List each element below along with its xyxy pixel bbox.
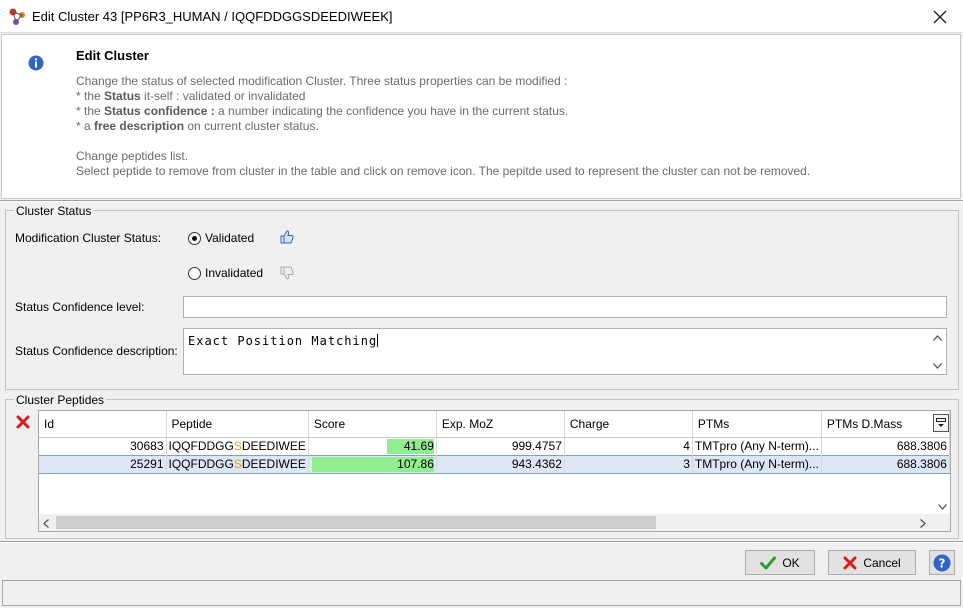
help-panel: Edit Cluster Change the status of select… — [1, 34, 961, 199]
scrollbar-thumb[interactable] — [56, 516, 656, 529]
table-scroll-down-icon[interactable] — [938, 499, 947, 513]
column-header-ptms-dmass[interactable]: PTMs D.Mass — [821, 411, 950, 438]
help-heading: Edit Cluster — [76, 48, 149, 63]
cancel-button[interactable]: Cancel — [828, 550, 916, 575]
delete-icon — [16, 415, 30, 429]
checkmark-icon — [760, 556, 777, 569]
help-intro: Change the status of selected modificati… — [76, 74, 568, 88]
table-horizontal-scrollbar[interactable] — [39, 514, 950, 531]
close-window-button[interactable] — [917, 0, 963, 33]
column-header-score[interactable]: Score — [308, 411, 437, 438]
cell-ptms-dmass: 688.3806 — [821, 454, 950, 474]
thumbs-down-icon — [279, 265, 295, 284]
scroll-right-icon[interactable] — [920, 517, 926, 531]
textarea-scrollbar[interactable] — [929, 329, 946, 374]
info-icon — [28, 55, 44, 74]
validated-radio[interactable] — [188, 232, 201, 245]
help-item-confidence: * the Status confidence : a number indic… — [76, 104, 569, 118]
cell-id: 30683 — [39, 437, 167, 455]
cell-charge: 4 — [564, 437, 693, 455]
column-chooser-icon — [936, 418, 946, 427]
peptides-table: Id Peptide Score Exp. MoZ Charge PTMs PT… — [38, 410, 951, 532]
cluster-peptides-legend: Cluster Peptides — [14, 393, 107, 407]
help-text: Change the status of selected modificati… — [76, 74, 810, 179]
status-bar — [2, 580, 961, 606]
cell-peptide: IQQFDDGGSDEEDIWEE — [166, 437, 309, 455]
table-row-selected[interactable]: 25291 IQQFDDGGSDEEDIWEE 107.86 943.4362 … — [39, 454, 950, 474]
column-header-exp-moz[interactable]: Exp. MoZ — [436, 411, 565, 438]
cancel-label: Cancel — [863, 555, 901, 570]
thumbs-up-icon — [279, 229, 295, 248]
cell-ptms: TMTpro (Any N-term)... — [692, 437, 822, 455]
cell-charge: 3 — [564, 454, 693, 474]
cell-score: 107.86 — [308, 454, 437, 474]
confidence-description-textarea[interactable]: Exact Position Matching — [183, 328, 947, 375]
confidence-description-label: Status Confidence description: — [15, 344, 178, 358]
column-header-ptms[interactable]: PTMs — [692, 411, 822, 438]
svg-text:?: ? — [939, 556, 946, 570]
cell-peptide: IQQFDDGGSDEEDIWEE — [166, 454, 309, 474]
confidence-level-label: Status Confidence level: — [15, 300, 145, 314]
close-icon — [933, 10, 947, 23]
cell-score: 41.69 — [308, 437, 437, 455]
scroll-left-icon[interactable] — [43, 517, 49, 531]
ok-label: OK — [782, 555, 800, 570]
column-header-charge[interactable]: Charge — [564, 411, 693, 438]
cancel-icon — [843, 556, 857, 569]
column-header-id[interactable]: Id — [39, 411, 167, 438]
help-peptides-line1: Change peptides list. — [76, 149, 189, 163]
title-bar: Edit Cluster 43 [PP6R3_HUMAN / IQQFDDGGS… — [0, 0, 963, 33]
ok-button[interactable]: OK — [745, 550, 815, 575]
cell-exp-moz: 999.4757 — [436, 437, 565, 455]
help-peptides-line2: Select peptide to remove from cluster in… — [76, 164, 811, 178]
peptides-grid: Id Peptide Score Exp. MoZ Charge PTMs PT… — [39, 411, 950, 474]
divider — [0, 541, 963, 543]
remove-peptide-button[interactable] — [16, 415, 30, 432]
scroll-up-icon[interactable] — [929, 329, 946, 346]
cell-exp-moz: 943.4362 — [436, 454, 565, 474]
confidence-level-input[interactable] — [183, 296, 947, 318]
app-logo-icon — [8, 7, 28, 27]
cell-id: 25291 — [39, 454, 167, 474]
validated-label[interactable]: Validated — [205, 231, 254, 245]
status-label: Modification Cluster Status: — [15, 231, 162, 245]
help-item-description: * a free description on current cluster … — [76, 119, 319, 133]
invalidated-radio[interactable] — [188, 267, 201, 280]
confidence-description-value: Exact Position Matching — [188, 334, 378, 348]
column-header-peptide[interactable]: Peptide — [166, 411, 309, 438]
scroll-down-icon[interactable] — [929, 357, 946, 374]
help-button[interactable]: ? — [929, 550, 955, 575]
column-chooser-button[interactable] — [933, 414, 949, 432]
help-item-status: * the Status it-self : validated or inva… — [76, 89, 306, 103]
cluster-status-legend: Cluster Status — [14, 204, 94, 218]
help-icon: ? — [933, 554, 951, 571]
divider — [0, 200, 963, 202]
cell-ptms-dmass: 688.3806 — [821, 437, 950, 455]
cell-ptms: TMTpro (Any N-term)... — [692, 454, 822, 474]
window-title: Edit Cluster 43 [PP6R3_HUMAN / IQQFDDGGS… — [32, 9, 393, 24]
invalidated-label[interactable]: Invalidated — [205, 266, 263, 280]
table-row[interactable]: 30683 IQQFDDGGSDEEDIWEE 41.69 999.4757 4… — [39, 437, 950, 455]
